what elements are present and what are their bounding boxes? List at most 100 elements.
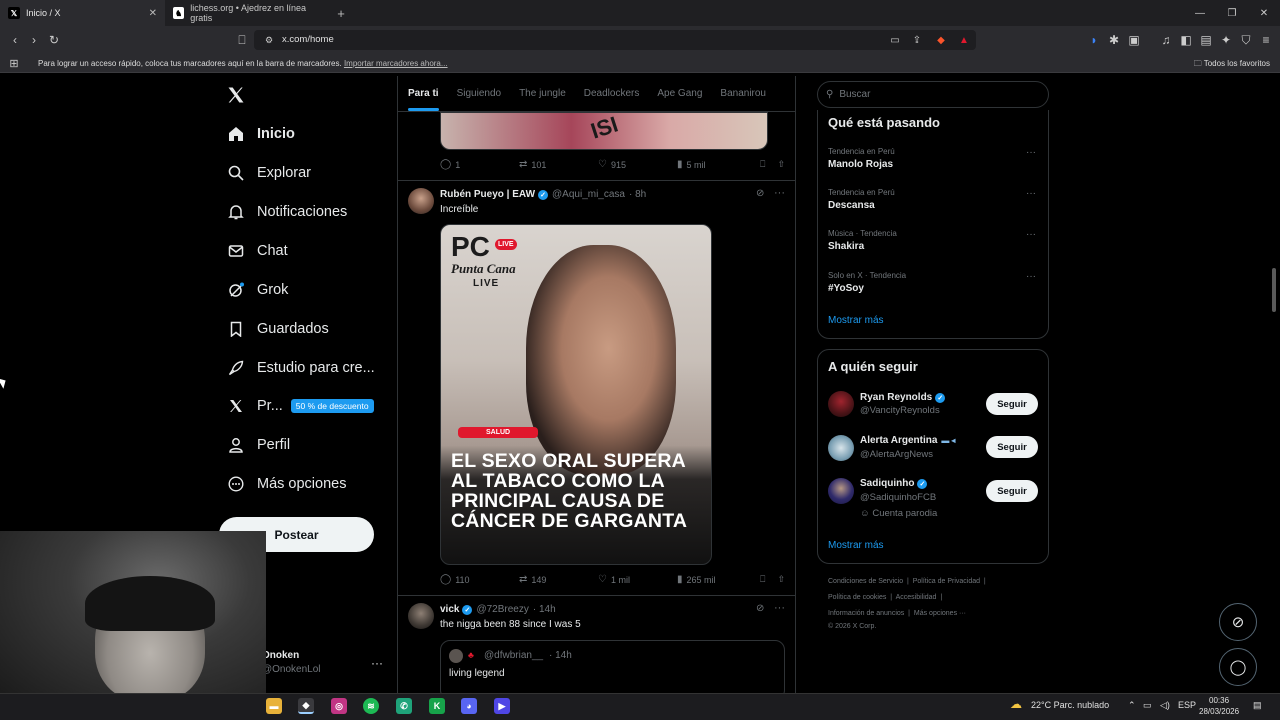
minimize-icon[interactable]: — [1184,0,1216,26]
screenshot-icon[interactable]: ▣ [1127,33,1141,47]
forward-icon[interactable]: › [27,33,41,47]
app-icon[interactable]: ▶ [494,698,510,714]
views-button[interactable]: ▮ 265 mil [677,574,756,585]
leo-icon[interactable]: ✦ [1219,33,1233,47]
chevron-up-icon[interactable]: ⌃ [1128,700,1136,711]
brave-rewards-icon[interactable]: ▲ [957,33,971,47]
cast-icon[interactable]: ▭ [888,33,902,47]
follow-button[interactable]: Seguir [986,480,1038,502]
share-icon[interactable]: ⇪ [910,33,924,47]
tab-para-ti[interactable]: Para ti [408,88,439,111]
language-indicator[interactable]: ESP [1178,700,1196,710]
avatar[interactable] [408,603,434,629]
close-tab-icon[interactable]: ✕ [149,8,157,19]
bookmark-page-icon[interactable]: ⎕ [235,33,249,47]
messages-fab-icon[interactable]: ◯ [1219,648,1257,686]
wallet2-icon[interactable]: ▤ [1199,33,1213,47]
volume-icon[interactable]: ◁) [1160,700,1170,711]
wallet-icon[interactable]: ◗ [1087,33,1101,47]
quoted-post[interactable]: ♣ @dfwbrian__ · 14h living legend [440,640,785,700]
post-more-icon[interactable]: ··· [774,602,785,614]
restore-icon[interactable]: ❐ [1216,0,1248,26]
all-favorites[interactable]: 🗀 Todos los favoritos [1194,58,1270,72]
url-text[interactable]: x.com/home [282,34,334,45]
avatar[interactable] [828,478,854,504]
trends-show-more[interactable]: Mostrar más [828,315,884,326]
nav-item-guardados[interactable]: Guardados [228,317,329,341]
search-box[interactable]: ⚲ Buscar [817,81,1049,108]
vpn-icon[interactable]: ⛉ [1239,33,1253,47]
spotify-icon[interactable]: ≋ [363,698,379,714]
trend-more-icon[interactable]: ··· [1026,147,1036,158]
avatar[interactable] [408,188,434,214]
account-more-icon[interactable]: ··· [371,656,383,670]
post-time[interactable]: · 8h [629,189,646,200]
footer-link[interactable]: Más opciones ··· [914,610,966,617]
nav-item-explorar[interactable]: Explorar [228,161,311,185]
apps-grid-icon[interactable]: ⊞ [7,56,21,70]
avatar[interactable] [828,435,854,461]
page-scrollbar[interactable] [1272,268,1276,312]
avatar[interactable] [828,391,854,417]
sidebar-icon[interactable]: ◧ [1179,33,1193,47]
nav-item-premium[interactable]: Pr... 50 % de descuento [228,394,374,418]
grok-explain-icon[interactable]: ⊘ [756,188,764,199]
notifications-icon[interactable]: ▤ [1253,700,1262,711]
bookmark-post-icon[interactable]: ⎕ [760,159,765,170]
import-bookmarks-link[interactable]: Importar marcadores ahora... [344,59,448,68]
media-icon[interactable]: ♫ [1159,33,1173,47]
post-image[interactable]: ISI [440,112,768,150]
nav-item-mas-opciones[interactable]: Más opciones [228,472,346,496]
nav-item-grok[interactable]: Grok [228,278,288,302]
tab-bananirou[interactable]: Bananirou [720,88,766,99]
tab-inicio-x[interactable]: 𝕏 Inicio / X ✕ [0,0,165,26]
x-logo-icon[interactable] [226,85,246,105]
account-switcher[interactable]: Onoken @OnokenLol [262,650,321,675]
nav-item-notificaciones[interactable]: Notificaciones [228,200,347,224]
tab-the-jungle[interactable]: The jungle [519,88,566,99]
follow-button[interactable]: Seguir [986,436,1038,458]
brave-browser-icon[interactable]: ◆ [298,698,314,714]
tab-ape-gang[interactable]: Ape Gang [657,88,702,99]
footer-link[interactable]: Condiciones de Servicio [828,578,903,585]
post-more-icon[interactable]: ··· [774,187,785,199]
discord-icon[interactable]: ◕ [461,698,477,714]
footer-link[interactable]: Información de anuncios [828,610,904,617]
reply-button[interactable]: ◯ 1 [440,159,519,170]
close-window-icon[interactable]: ✕ [1248,0,1280,26]
nav-item-chat[interactable]: Chat [228,239,288,263]
views-button[interactable]: ▮ 5 mil [677,159,756,170]
author-handle[interactable]: @72Breezy [476,604,528,615]
post-time[interactable]: · 14h [533,604,556,615]
site-settings-icon[interactable]: ⚙ [262,33,276,47]
whatsapp-icon[interactable]: ✆ [396,698,412,714]
instagram-icon[interactable]: ◎ [331,698,347,714]
trend-more-icon[interactable]: ··· [1026,229,1036,240]
share-post-icon[interactable]: ⇧ [777,159,785,170]
tab-lichess[interactable]: ♞ lichess.org • Ajedrez en línea gratis [165,0,330,26]
share-post-icon[interactable]: ⇧ [777,574,785,585]
nav-item-estudio[interactable]: Estudio para cre... [228,356,375,380]
like-button[interactable]: ♡ 915 [598,159,677,170]
back-icon[interactable]: ‹ [8,33,22,47]
repost-button[interactable]: ⇄ 101 [519,159,598,170]
footer-link[interactable]: Política de cookies [828,594,886,601]
trend-more-icon[interactable]: ··· [1026,188,1036,199]
nav-item-inicio[interactable]: Inicio [228,122,295,146]
reload-icon[interactable]: ↻ [47,33,61,47]
footer-link[interactable]: Política de Privacidad [913,578,980,585]
author-handle[interactable]: @Aqui_mi_casa [552,189,625,200]
menu-icon[interactable]: ≡ [1259,33,1273,47]
clock[interactable]: 00:36 28/03/2026 [1199,695,1239,717]
tab-siguiendo[interactable]: Siguiendo [457,88,501,99]
weather-text[interactable]: 22°C Parc. nublado [1031,700,1109,710]
reply-button[interactable]: ◯ 110 [440,574,519,585]
address-bar[interactable] [254,30,976,50]
author-name[interactable]: vick [440,604,459,615]
post-image[interactable]: PC LIVE Punta Cana LIVE SALUD EL SEXO OR… [440,224,712,565]
author-name[interactable]: Rubén Pueyo | EAW [440,189,535,200]
extensions-icon[interactable]: ✱ [1107,33,1121,47]
new-tab-button[interactable]: + [330,0,352,26]
kick-icon[interactable]: K [429,698,445,714]
tab-deadlockers[interactable]: Deadlockers [584,88,640,99]
